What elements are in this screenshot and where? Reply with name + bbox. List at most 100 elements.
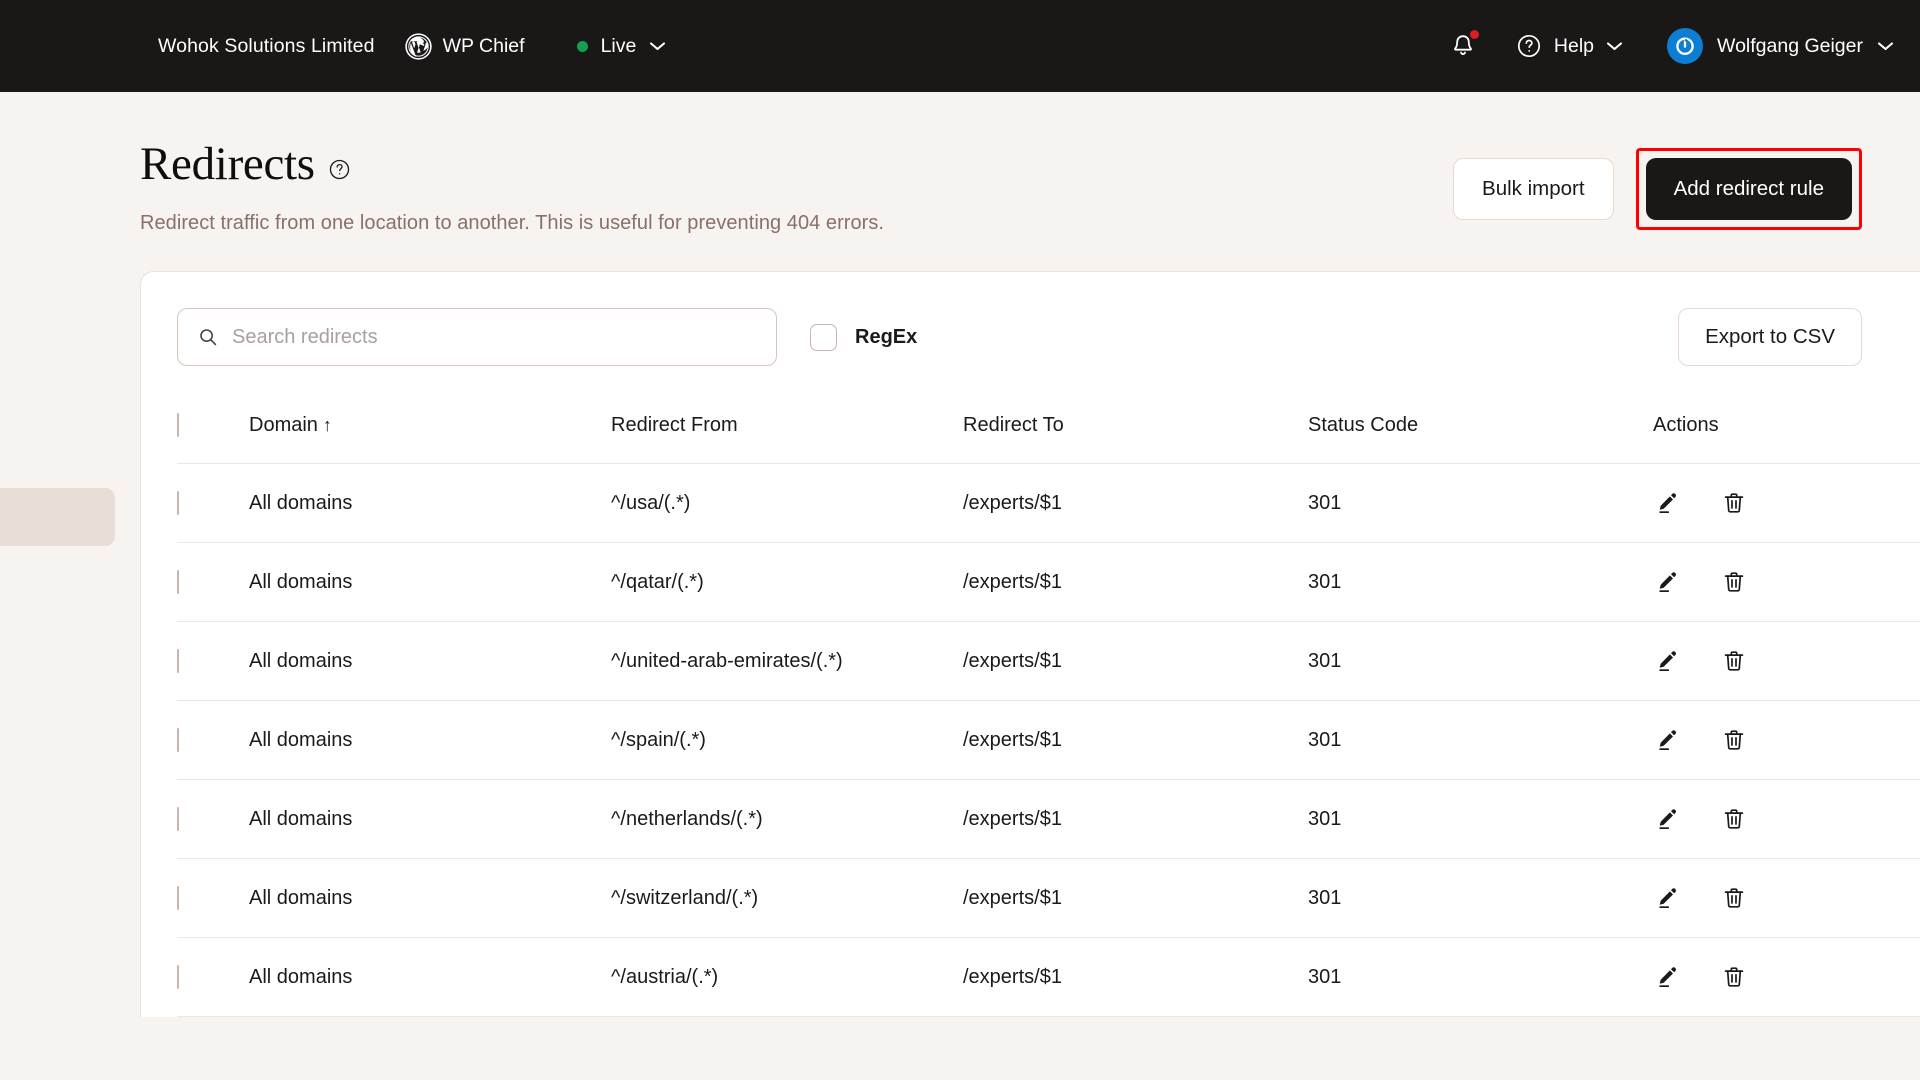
help-label: Help [1553,34,1595,57]
cell-redirect-from: ^/usa/(.*) [611,463,963,544]
column-header-redirect-to[interactable]: Redirect To [963,402,1308,465]
edit-redirect-button[interactable] [1653,648,1679,674]
cell-redirect-from: ^/qatar/(.*) [611,542,963,623]
row-select-cell [177,937,249,1018]
table-row[interactable]: All domains ^/austria/(.*) /experts/$1 3… [177,937,1920,1018]
column-header-status-code[interactable]: Status Code [1308,402,1653,465]
edit-redirect-button[interactable] [1653,569,1679,595]
organization-name[interactable]: Wohok Solutions Limited [158,35,375,58]
table-row[interactable]: All domains ^/netherlands/(.*) /experts/… [177,779,1920,860]
pencil-icon [1659,572,1676,593]
column-header-actions: Actions [1653,402,1920,465]
delete-redirect-button[interactable] [1721,806,1747,832]
row-checkbox[interactable] [177,885,179,910]
notifications-button[interactable] [1446,29,1480,63]
question-circle-icon [1516,33,1542,59]
select-all-checkbox[interactable] [177,413,179,438]
row-checkbox[interactable] [177,964,179,989]
cell-redirect-to: /experts/$1 [963,700,1308,781]
cell-redirect-to: /experts/$1 [963,779,1308,860]
cell-actions [1653,779,1920,860]
environment-status-dot [576,40,588,52]
cell-actions [1653,463,1920,544]
pencil-icon [1659,809,1676,830]
pencil-icon [1659,493,1676,514]
table-row[interactable]: All domains ^/usa/(.*) /experts/$1 301 [177,463,1920,544]
regex-label: RegEx [855,325,918,348]
cell-redirect-from: ^/spain/(.*) [611,700,963,781]
redirects-table: Domain ↑ Redirect From Redirect To Status… [177,402,1920,1018]
edit-redirect-button[interactable] [1653,964,1679,990]
table-row[interactable]: All domains ^/spain/(.*) /experts/$1 301 [177,700,1920,781]
add-redirect-rule-button[interactable]: Add redirect rule [1645,158,1852,220]
cell-domain: All domains [249,542,611,623]
trash-icon [1724,493,1744,513]
cell-redirect-from: ^/united-arab-emirates/(.*) [611,621,963,702]
site-switcher[interactable]: WP Chief [404,32,525,60]
question-circle-icon[interactable] [328,149,351,181]
table-header-row: Domain ↑ Redirect From Redirect To Status… [177,402,1920,465]
row-checkbox[interactable] [177,490,179,515]
cell-status-code: 301 [1308,858,1653,939]
topbar-left-group: Wohok Solutions Limited WP Chief Live [158,32,667,60]
redirects-toolbar: RegEx Export to CSV [141,272,1920,402]
delete-redirect-button[interactable] [1721,885,1747,911]
cell-actions [1653,937,1920,1018]
page-header-actions: Bulk import Add redirect rule [1453,140,1862,230]
cell-redirect-to: /experts/$1 [963,937,1308,1018]
search-redirects-box [177,308,777,367]
table-row[interactable]: All domains ^/qatar/(.*) /experts/$1 301 [177,542,1920,623]
page-title-row: Redirects [140,139,1453,189]
cell-status-code: 301 [1308,937,1653,1018]
cell-redirect-to: /experts/$1 [963,463,1308,544]
edit-redirect-button[interactable] [1653,885,1679,911]
cell-domain: All domains [249,858,611,939]
search-input[interactable] [177,308,777,367]
row-checkbox[interactable] [177,806,179,831]
chevron-down-icon [1877,41,1894,51]
pencil-icon [1659,730,1676,751]
wordpress-icon [404,32,432,60]
edit-redirect-button[interactable] [1653,806,1679,832]
column-header-redirect-from[interactable]: Redirect From [611,402,963,465]
cell-actions [1653,542,1920,623]
delete-redirect-button[interactable] [1721,569,1747,595]
environment-switcher[interactable]: Live [576,35,667,58]
trash-icon [1724,888,1744,908]
regex-toggle-group: RegEx [810,323,918,351]
top-navigation-bar: Wohok Solutions Limited WP Chief Live He… [0,0,1920,92]
column-header-domain[interactable]: Domain ↑ [249,402,611,465]
table-header: Domain ↑ Redirect From Redirect To Status… [177,402,1920,465]
pencil-icon [1659,967,1676,988]
row-checkbox[interactable] [177,648,179,673]
cell-redirect-from: ^/switzerland/(.*) [611,858,963,939]
row-select-cell [177,779,249,860]
page-title-block: Redirects Redirect traffic from one loca… [140,139,1453,235]
row-select-cell [177,542,249,623]
cell-domain: All domains [249,779,611,860]
delete-redirect-button[interactable] [1721,648,1747,674]
row-select-cell [177,621,249,702]
user-menu[interactable]: Wolfgang Geiger [1667,28,1894,64]
cell-status-code: 301 [1308,621,1653,702]
row-checkbox[interactable] [177,727,179,752]
table-body: All domains ^/usa/(.*) /experts/$1 301 A… [177,463,1920,1018]
export-to-csv-button[interactable]: Export to CSV [1678,308,1862,367]
page-body: Redirects Redirect traffic from one loca… [0,92,1920,1018]
help-menu[interactable]: Help [1516,33,1623,59]
row-select-cell [177,463,249,544]
delete-redirect-button[interactable] [1721,490,1747,516]
trash-icon [1724,967,1744,987]
delete-redirect-button[interactable] [1721,727,1747,753]
bulk-import-button[interactable]: Bulk import [1453,158,1614,220]
chevron-down-icon [1606,41,1623,51]
table-row[interactable]: All domains ^/united-arab-emirates/(.*) … [177,621,1920,702]
delete-redirect-button[interactable] [1721,964,1747,990]
row-checkbox[interactable] [177,569,179,594]
page-subtitle: Redirect traffic from one location to an… [140,212,885,235]
edit-redirect-button[interactable] [1653,727,1679,753]
regex-checkbox[interactable] [810,323,837,351]
table-row[interactable]: All domains ^/switzerland/(.*) /experts/… [177,858,1920,939]
avatar [1667,28,1704,64]
edit-redirect-button[interactable] [1653,490,1679,516]
